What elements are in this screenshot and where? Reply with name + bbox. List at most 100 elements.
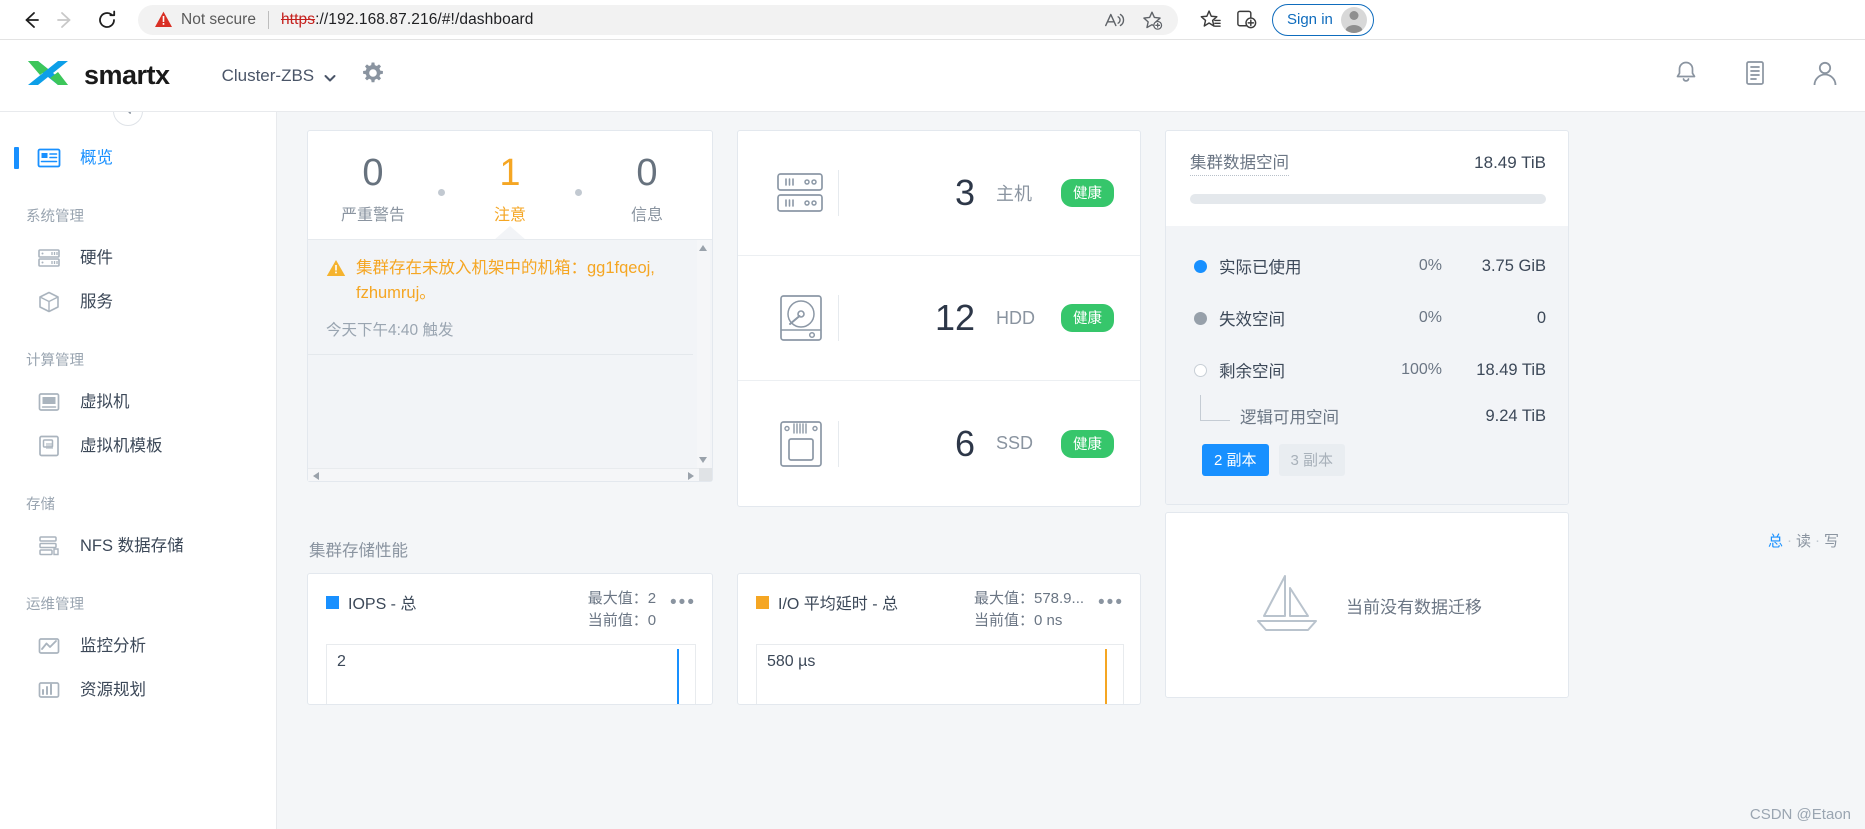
reload-button[interactable] <box>90 3 124 37</box>
alert-label: 信息 <box>630 207 663 224</box>
alert-list-item[interactable]: 集群存在未放入机架中的机箱：gg1fqeoj, fzhumruj。 今天下午4:… <box>308 240 693 355</box>
resource-row-ssd[interactable]: 6 SSD 健康 <box>738 381 1140 506</box>
favorites-icon[interactable] <box>1194 4 1226 36</box>
sign-in-button[interactable]: Sign in <box>1272 3 1374 36</box>
reload-icon <box>96 9 118 31</box>
nfs-datastore-icon <box>36 533 62 559</box>
status-badge: 健康 <box>1061 179 1114 207</box>
more-options-icon[interactable]: ••• <box>670 588 696 614</box>
latency-chart-card: I/O 平均延时 - 总 最大值：578.9... 当前值：0 ns ••• 5… <box>737 573 1141 705</box>
sidebar-item-label: 监控分析 <box>80 636 146 655</box>
alert-stat-info[interactable]: 0 信息 <box>582 151 712 225</box>
omnibox-divider <box>267 10 269 29</box>
storage-header: 集群数据空间 18.49 TiB <box>1166 131 1568 176</box>
sidebar-item-overview[interactable]: 概览 <box>0 136 276 180</box>
sidebar-item-label: 资源规划 <box>80 680 146 699</box>
resource-unit: HDD <box>996 307 1035 328</box>
section-title: 集群存储性能 <box>309 542 408 560</box>
add-favorite-icon[interactable] <box>1136 4 1168 36</box>
sub-label: 逻辑可用空间 <box>1240 409 1339 427</box>
chart-legend: IOPS - 总 <box>326 588 416 614</box>
back-arrow-icon <box>20 9 42 31</box>
performance-metric-toggle: 总 · 读 · 写 <box>1768 530 1865 551</box>
chart-max-value: 最大值：578.9... <box>973 590 1085 607</box>
toggle-write[interactable]: 写 <box>1824 530 1839 551</box>
gear-icon <box>361 61 385 90</box>
legend-value: 0 <box>1536 308 1546 327</box>
resource-unit: SSD <box>996 433 1034 453</box>
alerts-vertical-scrollbar[interactable] <box>697 240 710 468</box>
legend-percent: 0% <box>1418 309 1442 326</box>
scroll-up-arrow-icon[interactable] <box>699 245 707 251</box>
toggle-read[interactable]: 读 <box>1796 530 1811 551</box>
legend-value: 3.75 GiB <box>1481 256 1546 275</box>
scrollbar-corner <box>699 468 712 481</box>
legend-value: 18.49 TiB <box>1476 360 1546 379</box>
vm-template-icon <box>36 433 62 459</box>
browser-toolbar: Not secure https://192.168.87.216/#!/das… <box>0 0 1865 40</box>
scroll-down-arrow-icon[interactable] <box>699 457 707 463</box>
chart-header: I/O 平均延时 - 总 最大值：578.9... 当前值：0 ns ••• <box>756 588 1124 632</box>
ssd-icon <box>772 419 830 469</box>
brand-logo[interactable]: smartx <box>26 57 170 94</box>
legend-label: 实际已使用 <box>1219 259 1302 277</box>
resource-unit: 主机 <box>996 184 1032 204</box>
back-button[interactable] <box>14 3 48 37</box>
iops-plot-area[interactable]: 2 <box>326 644 696 704</box>
resource-row-host[interactable]: 3 主机 健康 <box>738 131 1140 256</box>
vm-icon <box>36 389 62 415</box>
chart-header: IOPS - 总 最大值：2 当前值：0 ••• <box>326 588 696 632</box>
resource-row-hdd[interactable]: 12 HDD 健康 <box>738 256 1140 381</box>
bell-icon[interactable] <box>1673 60 1699 91</box>
alert-summary: 0 严重警告 1 注意 0 信息 <box>308 131 712 240</box>
server-rack-icon <box>772 170 830 216</box>
forward-button[interactable] <box>48 3 82 37</box>
resource-summary-card: 3 主机 健康 12 HDD 健康 6 SSD 健康 <box>737 130 1141 507</box>
sidebar-item-vm-template[interactable]: 虚拟机模板 <box>0 424 276 468</box>
alert-list: 集群存在未放入机架中的机箱：gg1fqeoj, fzhumruj。 今天下午4:… <box>308 239 712 481</box>
alert-stat-warning[interactable]: 1 注意 <box>445 151 575 225</box>
legend-label: 失效空间 <box>1219 311 1285 329</box>
sidebar-item-resource-planning[interactable]: 资源规划 <box>0 668 276 712</box>
replica-3-button[interactable]: 3 副本 <box>1278 444 1346 476</box>
toggle-separator: · <box>1814 531 1820 549</box>
migration-status-text: 当前没有数据迁移 <box>1346 597 1482 617</box>
cluster-selector[interactable]: Cluster-ZBS <box>222 66 336 86</box>
more-options-icon[interactable]: ••• <box>1098 588 1124 614</box>
security-status-label: Not secure <box>181 10 256 28</box>
address-bar[interactable]: Not secure https://192.168.87.216/#!/das… <box>138 4 1178 36</box>
scroll-right-arrow-icon[interactable] <box>688 471 694 480</box>
read-aloud-icon[interactable] <box>1098 4 1130 36</box>
url-scheme: https <box>280 10 316 28</box>
collections-icon[interactable] <box>1230 4 1262 36</box>
legend-swatch-icon <box>756 595 769 609</box>
sidebar-item-vm[interactable]: 虚拟机 <box>0 380 276 424</box>
sidebar-collapse-button[interactable] <box>113 112 143 126</box>
storage-title[interactable]: 集群数据空间 <box>1190 149 1289 176</box>
plot-cursor-line <box>1105 649 1107 704</box>
sidebar-item-hardware[interactable]: 硬件 <box>0 236 276 280</box>
alert-label: 注意 <box>493 207 526 224</box>
scroll-left-arrow-icon[interactable] <box>313 471 319 480</box>
sidebar-group-system: 系统管理 <box>26 209 84 225</box>
replica-2-button[interactable]: 2 副本 <box>1202 444 1269 476</box>
resource-count: 3 <box>954 172 975 213</box>
sidebar-item-label: 服务 <box>80 292 113 311</box>
resource-planning-icon <box>36 677 62 703</box>
user-avatar-icon[interactable] <box>1811 59 1839 92</box>
alert-pointer-arrow <box>494 226 526 240</box>
storage-legend: 实际已使用 0% 3.75 GiB 失效空间 0% 0 剩余空间 100% 18… <box>1166 226 1568 504</box>
sidebar-item-monitoring[interactable]: 监控分析 <box>0 624 276 668</box>
latency-plot-area[interactable]: 580 µs <box>756 644 1124 704</box>
sidebar-item-service[interactable]: 服务 <box>0 280 276 324</box>
task-list-icon[interactable] <box>1743 60 1767 91</box>
sidebar-item-nfs-datastore[interactable]: NFS 数据存储 <box>0 524 276 568</box>
storage-usage-bar <box>1190 194 1546 204</box>
alerts-horizontal-scrollbar[interactable] <box>308 468 699 481</box>
warning-triangle-icon <box>326 256 346 306</box>
alert-stat-critical[interactable]: 0 严重警告 <box>308 151 438 225</box>
alerts-card: 0 严重警告 1 注意 0 信息 集群存在未放入机架中的机箱：gg1fqeoj,… <box>307 130 713 482</box>
sidebar-group-storage: 存储 <box>26 497 55 513</box>
settings-button[interactable] <box>361 61 385 90</box>
toggle-total[interactable]: 总 <box>1768 530 1783 551</box>
